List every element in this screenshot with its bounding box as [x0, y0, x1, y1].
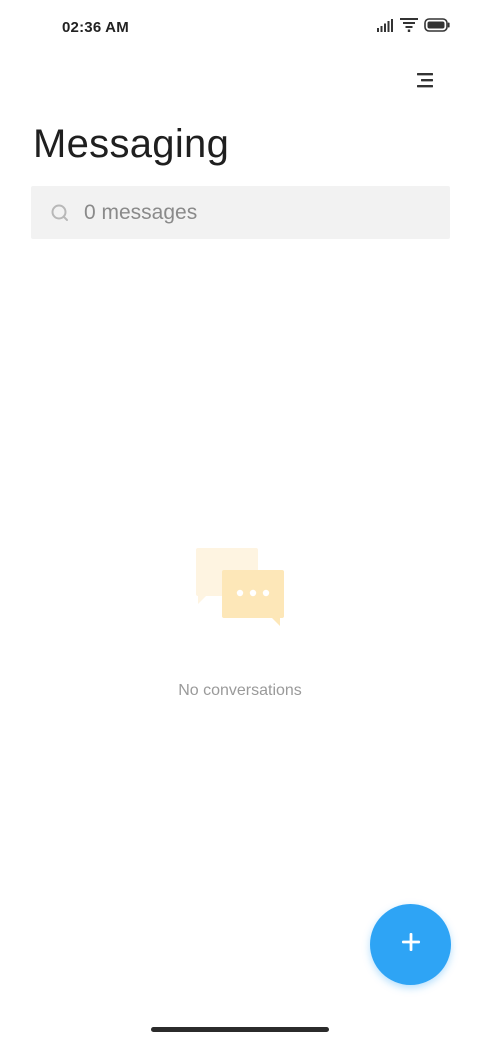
home-indicator[interactable] [151, 1027, 329, 1032]
status-time: 02:36 AM [62, 19, 129, 36]
search-input[interactable] [84, 200, 424, 225]
signal-icon [377, 18, 394, 32]
plus-icon [401, 932, 421, 957]
status-bar: 02:36 AM [0, 0, 480, 56]
menu-icon [417, 72, 435, 93]
search-bar[interactable] [31, 186, 450, 239]
empty-state: No conversations [0, 540, 480, 699]
new-conversation-button[interactable] [370, 904, 451, 985]
empty-state-text: No conversations [178, 682, 302, 699]
chat-bubbles-icon [0, 540, 480, 630]
battery-icon [424, 18, 450, 32]
menu-button[interactable] [408, 64, 444, 100]
search-icon [49, 202, 71, 224]
status-icons [377, 18, 450, 32]
wifi-icon [400, 18, 418, 32]
page-title: Messaging [33, 122, 230, 166]
